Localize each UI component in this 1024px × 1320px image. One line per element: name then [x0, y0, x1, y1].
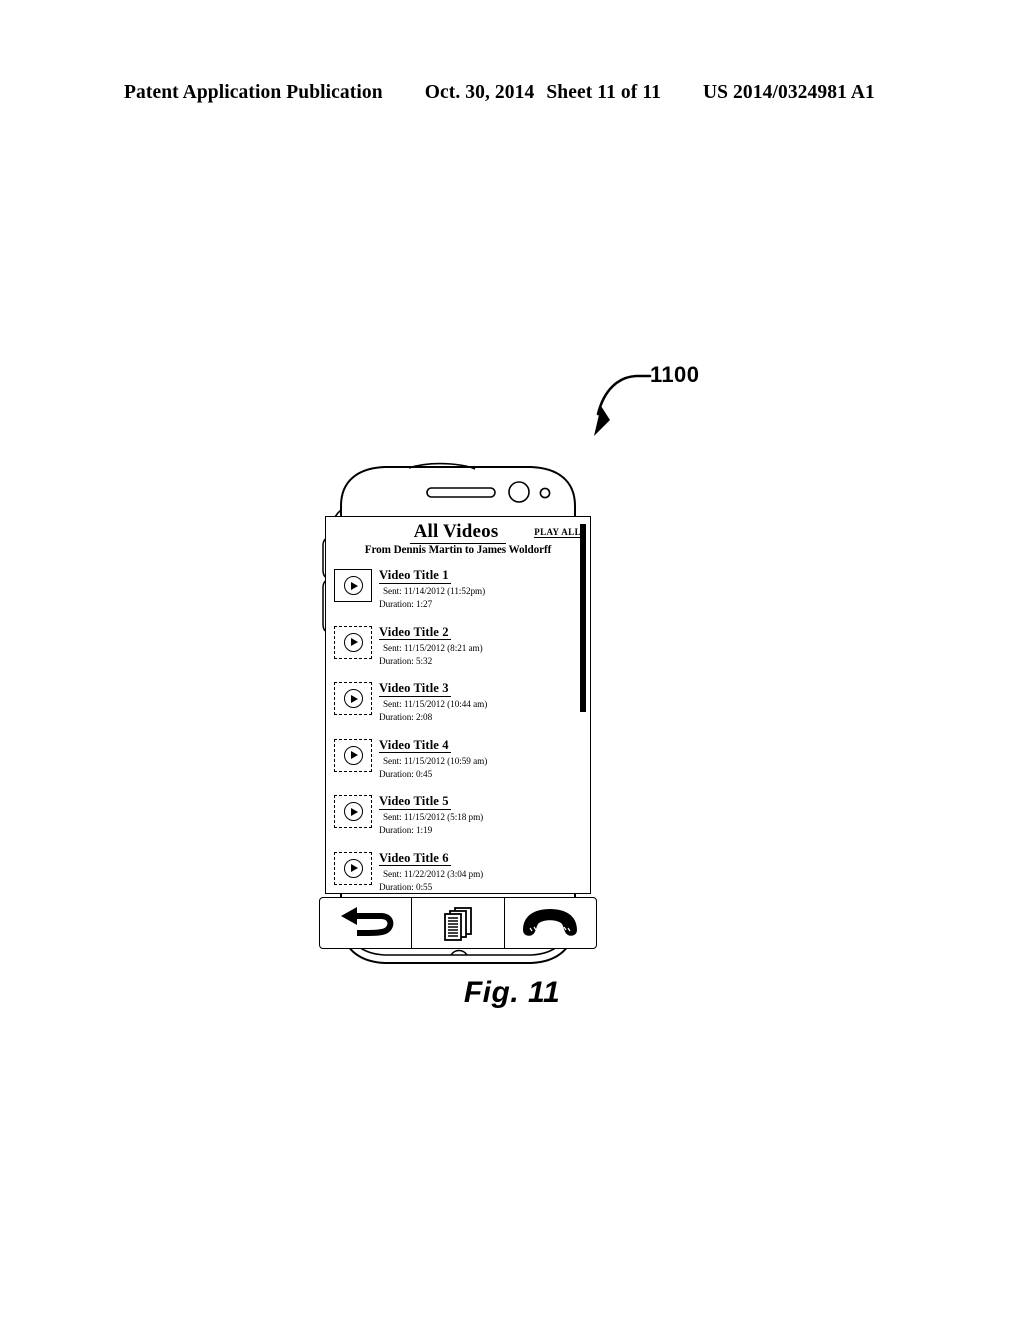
video-title[interactable]: Video Title 5: [379, 794, 451, 810]
mobile-device: All Videos PLAY ALL From Dennis Martin t…: [305, 462, 611, 974]
video-duration: Duration: 1:27: [379, 599, 433, 609]
video-thumbnail[interactable]: [334, 738, 372, 772]
conversation-participants: From Dennis Martin to James Woldorff: [364, 544, 552, 556]
video-thumbnail[interactable]: [334, 569, 372, 602]
list-item[interactable]: Video Title 5 Sent: 11/15/2012 (5:18 pm)…: [334, 791, 590, 848]
play-icon[interactable]: [343, 802, 363, 821]
device-screen: All Videos PLAY ALL From Dennis Martin t…: [325, 516, 591, 894]
video-sent-timestamp: Sent: 11/15/2012 (10:59 am): [383, 755, 488, 766]
play-icon[interactable]: [343, 576, 363, 595]
back-button[interactable]: [320, 898, 411, 948]
list-item[interactable]: Video Title 4 Sent: 11/15/2012 (10:59 am…: [334, 735, 590, 792]
play-icon[interactable]: [343, 632, 363, 652]
video-duration: Duration: 0:55: [379, 881, 433, 892]
list-item[interactable]: Video Title 3 Sent: 11/15/2012 (10:44 am…: [334, 678, 590, 735]
screen-header: All Videos PLAY ALL From Dennis Martin t…: [326, 517, 590, 565]
video-duration: Duration: 1:19: [379, 825, 433, 835]
patent-header: Patent Application Publication Oct. 30, …: [124, 82, 900, 104]
video-meta: Video Title 5 Sent: 11/15/2012 (5:18 pm)…: [379, 791, 483, 835]
play-icon[interactable]: [343, 858, 363, 878]
documents-icon: [444, 907, 472, 941]
video-duration: Duration: 2:08: [379, 712, 433, 722]
video-sent-timestamp: Sent: 11/22/2012 (3:04 pm): [383, 868, 484, 879]
patent-number: US 2014/0324981 A1: [702, 82, 875, 103]
reference-callout-1100: 1100: [588, 362, 713, 444]
page-title-text: All Videos: [409, 521, 507, 544]
video-meta: Video Title 2 Sent: 11/15/2012 (8:21 am)…: [379, 622, 483, 666]
figure-caption: Fig. 11: [463, 976, 561, 1009]
video-sent-timestamp: Sent: 11/14/2012 (11:52pm): [383, 586, 486, 596]
publication-type: Patent Application Publication: [124, 82, 383, 103]
play-icon[interactable]: [343, 689, 363, 708]
publication-date: Oct. 30, 2014: [424, 82, 535, 103]
video-thumbnail[interactable]: [334, 625, 372, 659]
video-sent-timestamp: Sent: 11/15/2012 (10:44 am): [383, 699, 488, 709]
front-camera-icon: [508, 481, 530, 503]
video-list[interactable]: Video Title 1 Sent: 11/14/2012 (11:52pm)…: [326, 565, 590, 893]
list-item[interactable]: Video Title 6 Sent: 11/22/2012 (3:04 pm)…: [334, 848, 590, 894]
video-meta: Video Title 4 Sent: 11/15/2012 (10:59 am…: [379, 735, 487, 779]
video-thumbnail[interactable]: [334, 682, 372, 715]
video-title[interactable]: Video Title 1: [379, 568, 451, 584]
video-title[interactable]: Video Title 4: [379, 738, 451, 754]
proximity-sensor-icon: [539, 487, 551, 499]
video-title[interactable]: Video Title 2: [379, 625, 451, 641]
video-meta: Video Title 1 Sent: 11/14/2012 (11:52pm)…: [379, 565, 485, 609]
back-arrow-icon: [340, 907, 393, 936]
video-title[interactable]: Video Title 6: [379, 851, 451, 867]
play-all-link[interactable]: PLAY ALL: [534, 527, 581, 538]
list-item[interactable]: Video Title 1 Sent: 11/14/2012 (11:52pm)…: [334, 565, 590, 622]
video-duration: Duration: 0:45: [379, 768, 433, 779]
list-item[interactable]: Video Title 2 Sent: 11/15/2012 (8:21 am)…: [334, 622, 590, 679]
sheet-number: Sheet 11 of 11: [546, 82, 661, 103]
end-call-button[interactable]: [503, 898, 596, 948]
video-title[interactable]: Video Title 3: [379, 681, 451, 697]
video-meta: Video Title 6 Sent: 11/22/2012 (3:04 pm)…: [379, 848, 483, 892]
phone-handset-icon: [523, 909, 578, 936]
bottom-navigation-bar: [319, 897, 597, 949]
video-duration: Duration: 5:32: [379, 655, 433, 666]
video-meta: Video Title 3 Sent: 11/15/2012 (10:44 am…: [379, 678, 487, 722]
video-thumbnail[interactable]: [334, 795, 372, 828]
speaker-slot: [426, 487, 496, 498]
documents-button[interactable]: [411, 898, 503, 948]
reference-numeral-label: 1100: [650, 362, 700, 387]
video-thumbnail[interactable]: [334, 851, 372, 885]
play-icon[interactable]: [343, 745, 363, 765]
video-sent-timestamp: Sent: 11/15/2012 (8:21 am): [383, 642, 483, 653]
video-sent-timestamp: Sent: 11/15/2012 (5:18 pm): [383, 812, 484, 822]
